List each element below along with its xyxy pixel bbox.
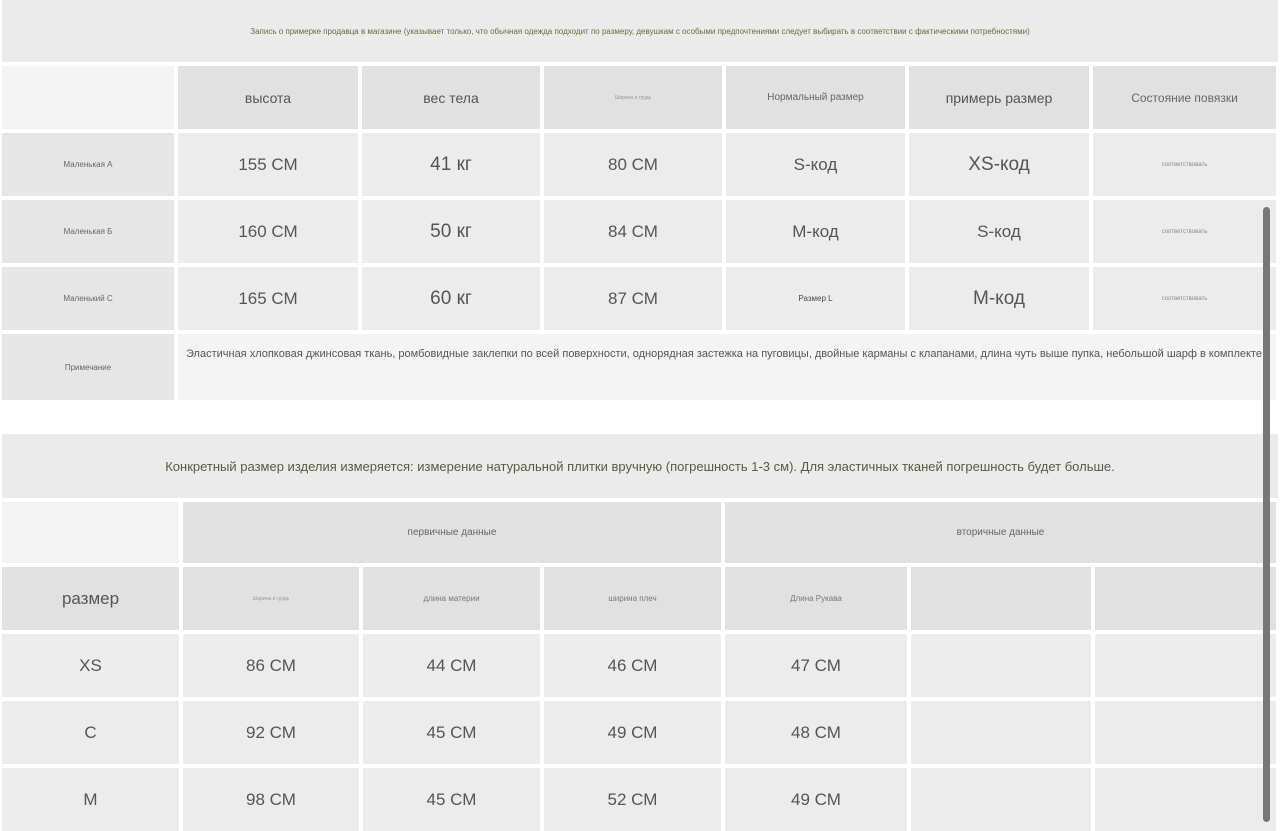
sleeve-cell: 48 СМ bbox=[725, 701, 907, 764]
normal-size-cell: M-код bbox=[726, 200, 905, 263]
measurement-caption: Конкретный размер изделия измеряется: из… bbox=[2, 434, 1278, 498]
header-height: высота bbox=[178, 66, 358, 129]
bust-cell: 86 СМ bbox=[183, 634, 359, 697]
height-cell: 155 СМ bbox=[178, 133, 358, 196]
bust-cell: 84 СМ bbox=[544, 200, 722, 263]
shoulder-cell: 49 СМ bbox=[544, 701, 721, 764]
height-cell: 160 СМ bbox=[178, 200, 358, 263]
corner-cell bbox=[2, 502, 179, 563]
weight-cell: 50 кг bbox=[362, 200, 540, 263]
row-label: Маленькая Б bbox=[2, 200, 174, 263]
measurement-table: первичные данные вторичные данные размер… bbox=[2, 502, 1276, 831]
header-length: длина материи bbox=[363, 567, 540, 630]
shoulder-cell: 46 СМ bbox=[544, 634, 721, 697]
note-label: Примечание bbox=[2, 334, 174, 400]
height-cell: 165 СМ bbox=[178, 267, 358, 330]
note-text: Эластичная хлопковая джинсовая ткань, ро… bbox=[178, 334, 1276, 400]
row-label: Маленькая А bbox=[2, 133, 174, 196]
fit-state-cell: соответствовать bbox=[1093, 267, 1276, 330]
group-primary: первичные данные bbox=[183, 502, 721, 563]
fit-state-cell: соответствовать bbox=[1093, 133, 1276, 196]
try-size-cell: XS-код bbox=[909, 133, 1089, 196]
header-bust: Ширина и грудь bbox=[183, 567, 359, 630]
fit-state-cell: соответствовать bbox=[1093, 200, 1276, 263]
bust-cell: 80 СМ bbox=[544, 133, 722, 196]
header-fit-state: Состояние повязки bbox=[1093, 66, 1276, 129]
empty-cell bbox=[911, 634, 1091, 697]
length-cell: 44 СМ bbox=[363, 634, 540, 697]
header-empty bbox=[911, 567, 1091, 630]
weight-cell: 60 кг bbox=[362, 267, 540, 330]
empty-cell bbox=[1095, 634, 1276, 697]
header-sleeve: Длина Рукава bbox=[725, 567, 907, 630]
bust-cell: 87 СМ bbox=[544, 267, 722, 330]
vertical-scrollbar[interactable] bbox=[1263, 207, 1270, 822]
weight-cell: 41 кг bbox=[362, 133, 540, 196]
group-secondary: вторичные данные bbox=[725, 502, 1276, 563]
header-try-size: примерь размер bbox=[909, 66, 1089, 129]
size-cell: XS bbox=[2, 634, 179, 697]
empty-cell bbox=[911, 701, 1091, 764]
size-cell: C bbox=[2, 701, 179, 764]
empty-cell bbox=[1095, 701, 1276, 764]
header-shoulder: ширина плеч bbox=[544, 567, 721, 630]
row-label: Маленький С bbox=[2, 267, 174, 330]
corner-cell bbox=[2, 66, 174, 129]
header-normal-size: Нормальный размер bbox=[726, 66, 905, 129]
fitting-table: высота вес тела Ширина и грудь Нормальны… bbox=[2, 66, 1276, 400]
bust-cell: 92 СМ bbox=[183, 701, 359, 764]
header-weight: вес тела bbox=[362, 66, 540, 129]
try-size-cell: M-код bbox=[909, 267, 1089, 330]
try-size-cell: S-код bbox=[909, 200, 1089, 263]
sleeve-cell: 47 СМ bbox=[725, 634, 907, 697]
fitting-record-caption: Запись о примерке продавца в магазине (у… bbox=[2, 0, 1278, 62]
normal-size-cell: Размер L bbox=[726, 267, 905, 330]
size-header: размер bbox=[2, 567, 179, 630]
length-cell: 45 СМ bbox=[363, 701, 540, 764]
normal-size-cell: S-код bbox=[726, 133, 905, 196]
header-bust: Ширина и грудь bbox=[544, 66, 722, 129]
header-empty bbox=[1095, 567, 1276, 630]
size-chart-page: Запись о примерке продавца в магазине (у… bbox=[0, 0, 1280, 831]
